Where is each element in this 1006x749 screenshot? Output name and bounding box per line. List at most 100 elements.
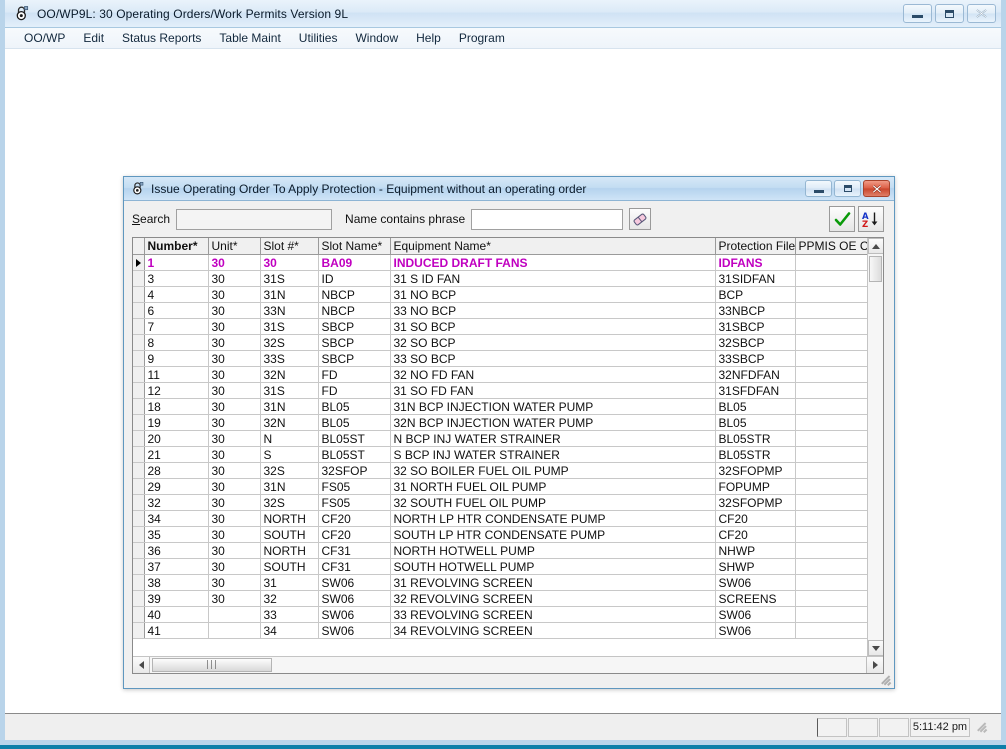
cell-slot_num[interactable]: 33N (260, 302, 319, 319)
cell-slot_num[interactable]: 32N (260, 414, 319, 431)
cell-slot_name[interactable]: NBCP (318, 302, 391, 319)
cell-unit[interactable]: 30 (208, 398, 261, 415)
cell-protection_file[interactable]: 31SBCP (715, 318, 796, 335)
cell-equipment_name[interactable]: NORTH LP HTR CONDENSATE PUMP (390, 510, 716, 527)
table-row[interactable]: 20 30 N BL05ST N BCP INJ WATER STRAINER BL05S… (133, 430, 867, 447)
eraser-icon[interactable] (629, 208, 652, 230)
row-selector-cell[interactable] (133, 414, 145, 431)
sort-az-button[interactable]: A Z (858, 206, 884, 232)
cell-protection_file[interactable]: SCREENS (715, 590, 796, 607)
vertical-scrollbar[interactable] (867, 238, 883, 656)
cell-protection_file[interactable]: 33NBCP (715, 302, 796, 319)
cell-unit[interactable]: 30 (208, 254, 261, 271)
cell-ppmis_oe_code[interactable] (795, 574, 867, 591)
cell-slot_name[interactable]: BL05ST (318, 430, 391, 447)
close-icon[interactable] (967, 4, 996, 23)
cell-number[interactable]: 35 (144, 526, 209, 543)
cell-slot_name[interactable]: SW06 (318, 606, 391, 623)
cell-slot_num[interactable]: 31 (260, 574, 319, 591)
table-row[interactable]: 19 30 32N BL05 32N BCP INJECTION WATER PUMP B… (133, 414, 867, 431)
cell-unit[interactable]: 30 (208, 334, 261, 351)
cell-number[interactable]: 18 (144, 398, 209, 415)
cell-slot_num[interactable]: NORTH (260, 510, 319, 527)
cell-ppmis_oe_code[interactable] (795, 558, 867, 575)
cell-equipment_name[interactable]: 32 REVOLVING SCREEN (390, 590, 716, 607)
row-selector-cell[interactable] (133, 430, 145, 447)
cell-ppmis_oe_code[interactable] (795, 366, 867, 383)
table-row[interactable]: 29 30 31N FS05 31 NORTH FUEL OIL PUMP FOPUMP (133, 478, 867, 495)
cell-number[interactable]: 40 (144, 606, 209, 623)
column-header-protection-file[interactable]: Protection File* (715, 238, 796, 255)
cell-ppmis_oe_code[interactable] (795, 478, 867, 495)
cell-unit[interactable]: 30 (208, 270, 261, 287)
row-selector-cell[interactable] (133, 398, 145, 415)
cell-equipment_name[interactable]: 32 SO BCP (390, 334, 716, 351)
cell-protection_file[interactable]: 32SFOPMP (715, 462, 796, 479)
row-selector-cell[interactable] (133, 510, 145, 527)
cell-number[interactable]: 7 (144, 318, 209, 335)
cell-ppmis_oe_code[interactable] (795, 526, 867, 543)
cell-protection_file[interactable]: NHWP (715, 542, 796, 559)
resize-grip-icon[interactable] (879, 674, 891, 686)
cell-protection_file[interactable]: 31SFDFAN (715, 382, 796, 399)
cell-ppmis_oe_code[interactable] (795, 414, 867, 431)
cell-equipment_name[interactable]: 32 NO FD FAN (390, 366, 716, 383)
cell-protection_file[interactable]: CF20 (715, 510, 796, 527)
horizontal-scroll-thumb[interactable]: ||| (152, 658, 272, 672)
cell-ppmis_oe_code[interactable] (795, 334, 867, 351)
cell-ppmis_oe_code[interactable] (795, 302, 867, 319)
restore-icon[interactable] (834, 180, 861, 197)
horizontal-scrollbar[interactable]: ||| (133, 656, 883, 673)
menu-item-window[interactable]: Window (346, 29, 407, 47)
cell-protection_file[interactable]: BL05 (715, 414, 796, 431)
cell-slot_name[interactable]: BL05 (318, 398, 391, 415)
cell-ppmis_oe_code[interactable] (795, 606, 867, 623)
cell-number[interactable]: 9 (144, 350, 209, 367)
cell-protection_file[interactable]: SW06 (715, 606, 796, 623)
cell-protection_file[interactable]: SW06 (715, 574, 796, 591)
cell-protection_file[interactable]: 32SBCP (715, 334, 796, 351)
cell-slot_name[interactable]: FS05 (318, 478, 391, 495)
cell-equipment_name[interactable]: 32 SO BOILER FUEL OIL PUMP (390, 462, 716, 479)
horizontal-scroll-track[interactable]: ||| (150, 657, 866, 673)
cell-slot_num[interactable]: 32S (260, 494, 319, 511)
cell-slot_name[interactable]: BL05 (318, 414, 391, 431)
cell-unit[interactable]: 30 (208, 526, 261, 543)
table-row[interactable]: 21 30 S BL05ST S BCP INJ WATER STRAINER BL05S… (133, 446, 867, 463)
column-header-number[interactable]: Number* (144, 238, 209, 255)
cell-equipment_name[interactable]: 33 SO BCP (390, 350, 716, 367)
row-selector-cell[interactable] (133, 302, 145, 319)
cell-slot_num[interactable]: N (260, 430, 319, 447)
cell-ppmis_oe_code[interactable] (795, 494, 867, 511)
cell-equipment_name[interactable]: 32N BCP INJECTION WATER PUMP (390, 414, 716, 431)
cell-number[interactable]: 19 (144, 414, 209, 431)
cell-slot_name[interactable]: CF31 (318, 542, 391, 559)
cell-number[interactable]: 39 (144, 590, 209, 607)
row-selector-cell[interactable] (133, 494, 145, 511)
cell-slot_num[interactable]: 30 (260, 254, 319, 271)
cell-slot_name[interactable]: BL05ST (318, 446, 391, 463)
cell-slot_num[interactable]: 33 (260, 606, 319, 623)
row-selector-cell[interactable] (133, 606, 145, 623)
cell-protection_file[interactable]: SW06 (715, 622, 796, 639)
cell-number[interactable]: 36 (144, 542, 209, 559)
cell-equipment_name[interactable]: SOUTH HOTWELL PUMP (390, 558, 716, 575)
table-row[interactable]: 35 30 SOUTH CF20 SOUTH LP HTR CONDENSATE PUM… (133, 526, 867, 543)
cell-slot_name[interactable]: FD (318, 382, 391, 399)
cell-equipment_name[interactable]: INDUCED DRAFT FANS (390, 254, 716, 271)
minimize-icon[interactable] (805, 180, 832, 197)
cell-number[interactable]: 29 (144, 478, 209, 495)
row-selector-cell[interactable] (133, 254, 145, 271)
row-selector-cell[interactable] (133, 318, 145, 335)
cell-ppmis_oe_code[interactable] (795, 398, 867, 415)
cell-slot_num[interactable]: 31S (260, 270, 319, 287)
cell-number[interactable]: 38 (144, 574, 209, 591)
cell-slot_name[interactable]: SW06 (318, 590, 391, 607)
cell-unit[interactable]: 30 (208, 462, 261, 479)
cell-equipment_name[interactable]: 32 SOUTH FUEL OIL PUMP (390, 494, 716, 511)
cell-protection_file[interactable]: BL05STR (715, 430, 796, 447)
cell-unit[interactable]: 30 (208, 446, 261, 463)
resize-grip-icon[interactable] (975, 721, 987, 733)
cell-slot_num[interactable]: 31S (260, 382, 319, 399)
cell-slot_num[interactable]: 31S (260, 318, 319, 335)
